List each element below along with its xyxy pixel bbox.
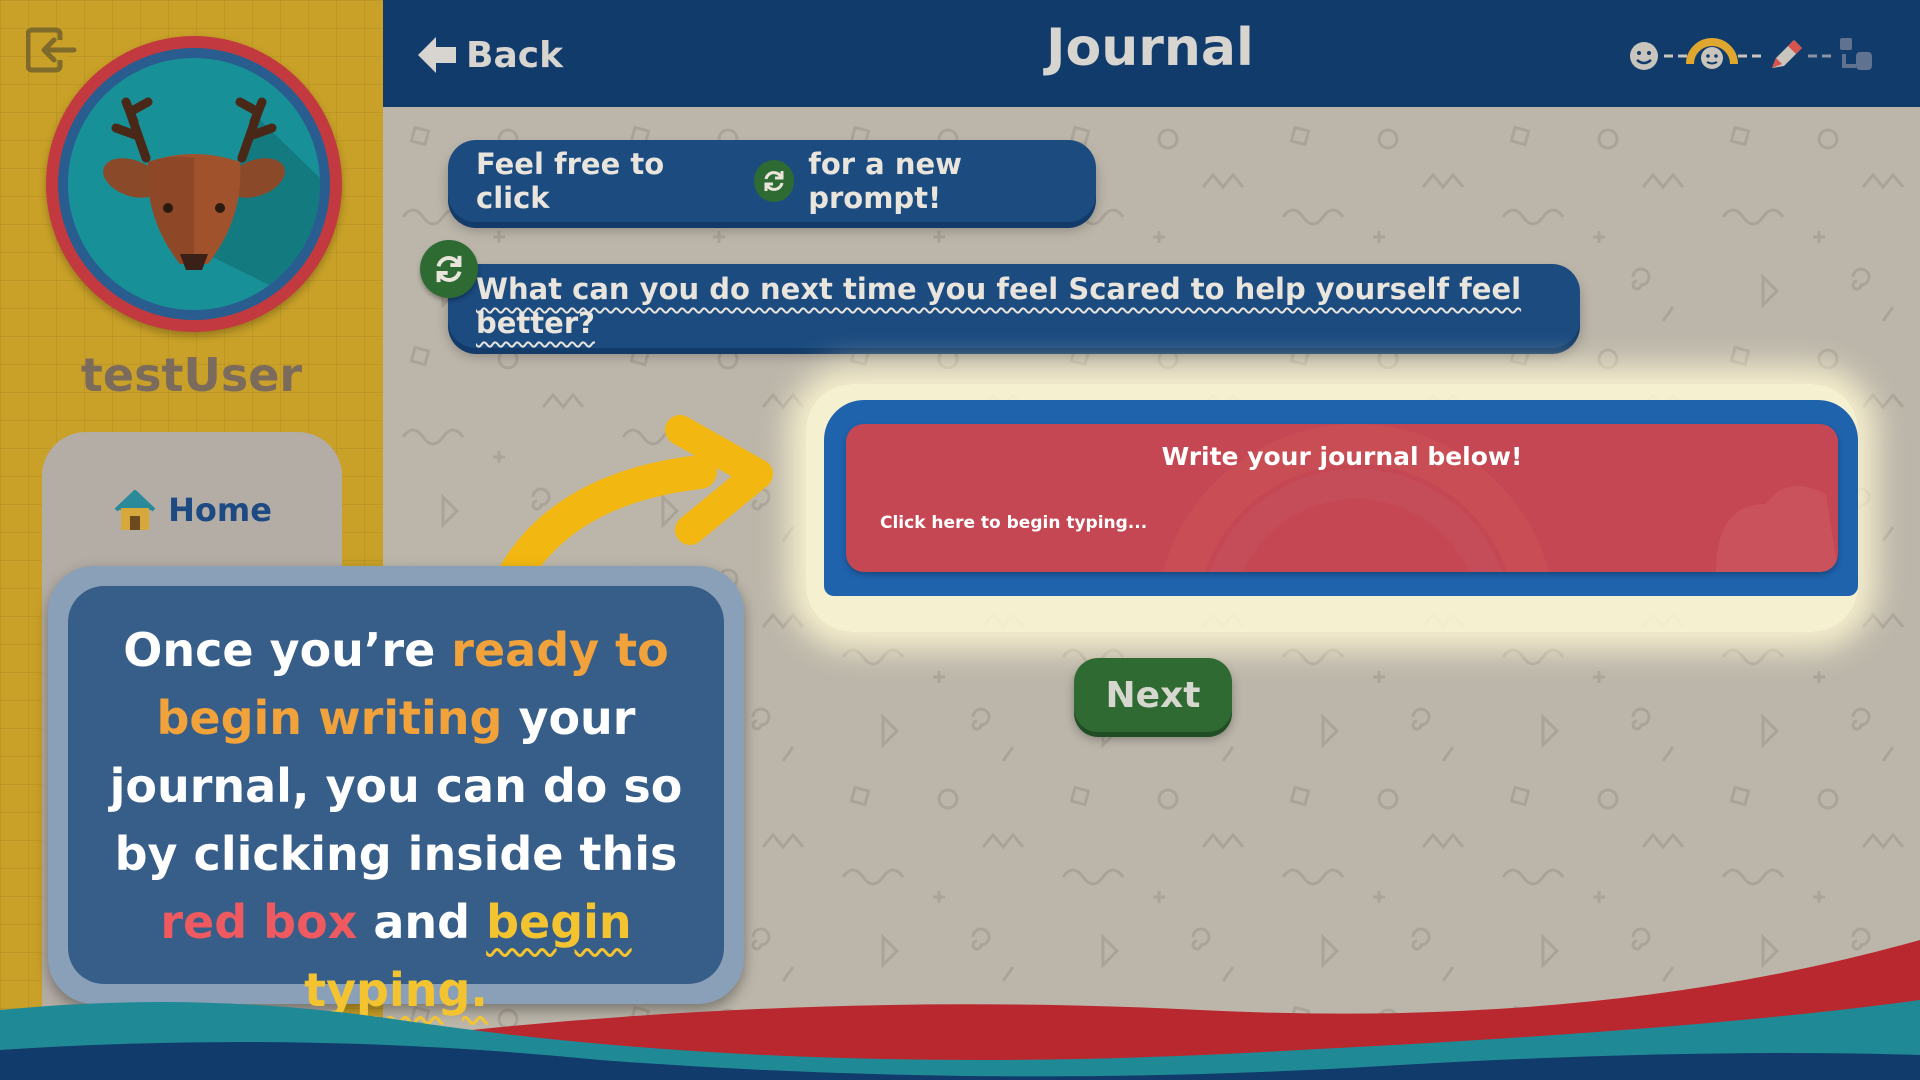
- sidebar-item-home[interactable]: Home: [72, 484, 312, 536]
- logout-icon[interactable]: [26, 26, 78, 74]
- house-icon: [114, 490, 156, 530]
- back-label: Back: [466, 34, 564, 76]
- hint-bubble: Feel free to click for a new prompt!: [448, 140, 1096, 222]
- arrow-left-icon: [418, 37, 456, 73]
- journal-box[interactable]: Write your journal below!: [846, 424, 1838, 572]
- pencil-icon: [1772, 40, 1802, 68]
- next-button[interactable]: Next: [1074, 658, 1232, 732]
- tutorial-text-1: Once you’re: [123, 623, 452, 677]
- rainbow-icon: [1686, 38, 1738, 69]
- deer-avatar-icon: [103, 97, 320, 310]
- journal-prompt: What can you do next time you feel Scare…: [476, 272, 1522, 340]
- back-button[interactable]: Back: [416, 30, 563, 80]
- avatar: [46, 36, 342, 332]
- refresh-icon: [436, 255, 462, 283]
- hint-text-after: for a new prompt!: [808, 147, 962, 215]
- new-prompt-button[interactable]: [420, 240, 478, 298]
- journal-heading: Write your journal below!: [1161, 442, 1523, 471]
- sidebar-item-label: Home: [168, 491, 272, 529]
- bottom-waves: [0, 940, 1920, 1080]
- tutorial-text: Once you’re ready to begin writing your …: [68, 586, 724, 1017]
- smiley-icon: [1630, 42, 1658, 70]
- journal-input[interactable]: [878, 512, 1582, 534]
- username: testUser: [80, 348, 303, 402]
- hint-text-before: Feel free to click: [476, 147, 665, 215]
- refresh-icon: [753, 160, 795, 202]
- tutorial-arrow-icon: [500, 415, 773, 588]
- puzzle-icon: [1840, 38, 1872, 70]
- page-title: Journal: [1046, 18, 1254, 78]
- progress-steps: [1630, 38, 1872, 70]
- prompt-bubble: What can you do next time you feel Scare…: [448, 264, 1580, 348]
